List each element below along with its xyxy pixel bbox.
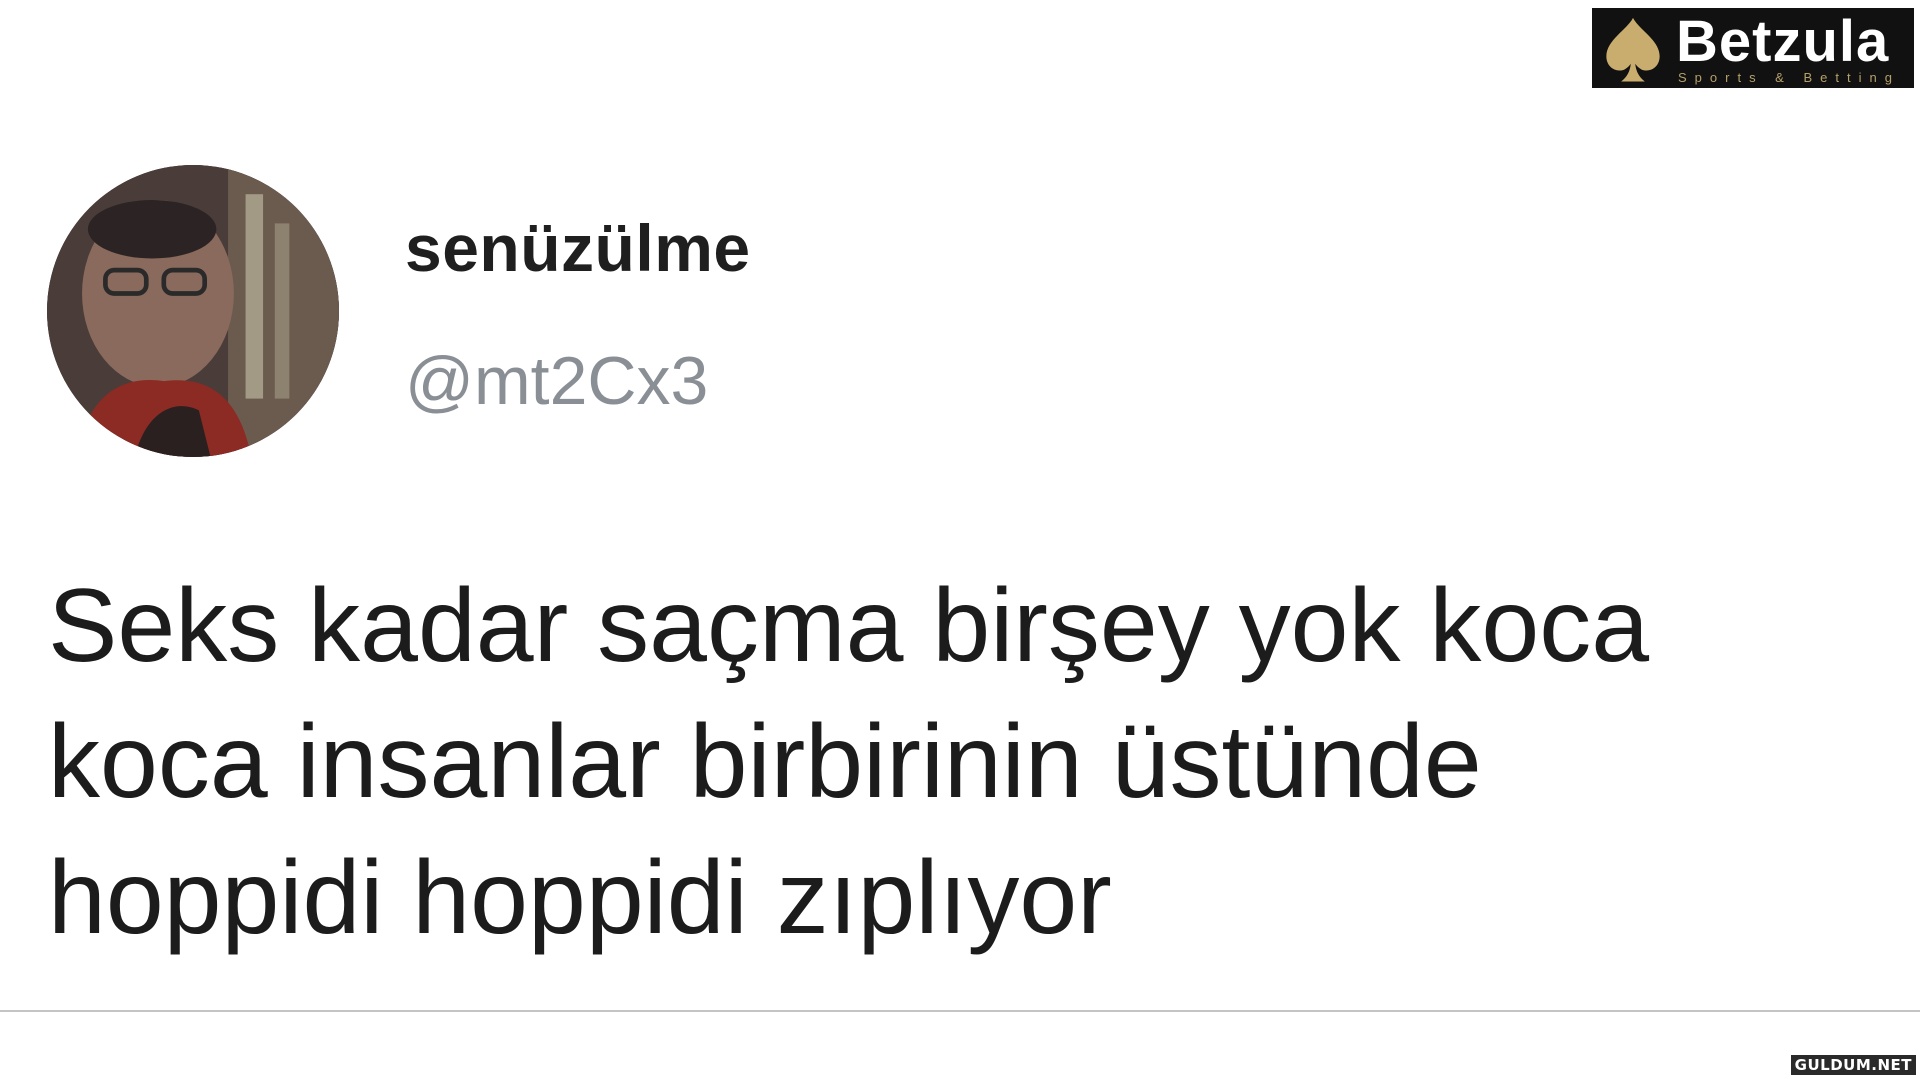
tweet-text-line: koca insanlar birbirinin üstünde (48, 704, 1482, 820)
watermark: GULDUM.NET (1790, 1055, 1916, 1075)
display-name[interactable]: senüzülme (405, 210, 751, 286)
brand-name: Betzula (1676, 9, 1890, 74)
tweet-text-line: Seks kadar saçma birşey yok koca (48, 568, 1650, 684)
brand-tagline: Sports & Betting (1678, 70, 1900, 85)
user-handle[interactable]: @mt2Cx3 (405, 342, 708, 420)
tweet-text: Seks kadar saçma birşey yok koca koca in… (48, 558, 1908, 966)
divider (0, 1010, 1920, 1012)
tweet-text-line: hoppidi hoppidi zıplıyor (48, 840, 1112, 956)
user-avatar[interactable] (47, 165, 339, 457)
brand-logo: Betzula Sports & Betting (1592, 8, 1914, 88)
spade-icon (1606, 17, 1660, 82)
